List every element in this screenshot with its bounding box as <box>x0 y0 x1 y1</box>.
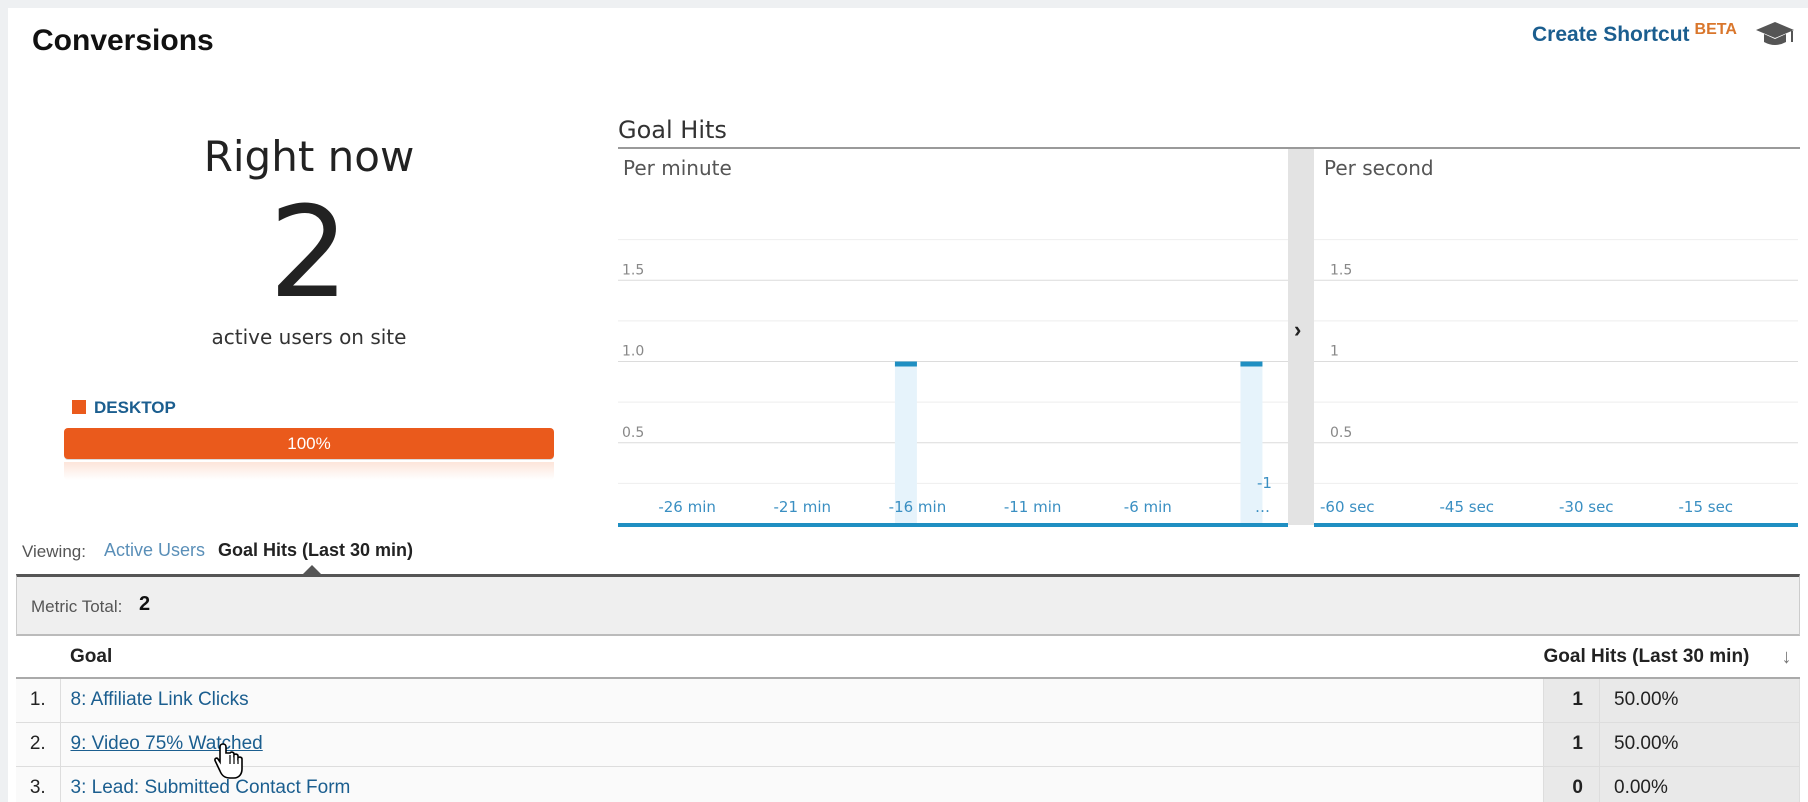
percent-cell: 50.00% <box>1599 678 1800 723</box>
y-tick-label: 1.5 <box>1330 262 1352 278</box>
table-header-row: Goal Goal Hits (Last 30 min) ↓ <box>16 636 1800 679</box>
hits-cell: 1 <box>1543 722 1600 767</box>
row-index: 1. <box>16 678 61 723</box>
active-users-subtitle: active users on site <box>211 325 407 349</box>
x-tick-label: -26 min <box>658 498 716 516</box>
x-tick-label: -1 <box>1257 474 1272 492</box>
goal-link[interactable]: 8: Affiliate Link Clicks <box>71 689 249 710</box>
per-second-chart: 1.5 1 0.5 -60 sec -45 sec -30 sec -15 sec <box>1314 239 1798 527</box>
conversions-panel: Conversions Create Shortcut BETA Right no… <box>8 8 1808 802</box>
x-tick-label: -60 sec <box>1320 498 1375 516</box>
metric-total-label: Metric Total: <box>31 597 123 616</box>
goal-cell: 8: Affiliate Link Clicks <box>60 678 1544 723</box>
table-row: 2. 9: Video 75% Watched 1 50.00% <box>16 722 1800 767</box>
arrow-down-icon[interactable]: ↓ <box>1782 646 1792 669</box>
goals-table: Goal Goal Hits (Last 30 min) ↓ 1. 8: Aff… <box>16 636 1800 802</box>
goal-cell: 3: Lead: Submitted Contact Form <box>60 766 1544 802</box>
y-tick-label: 1 <box>1330 344 1339 360</box>
percent-cell: 50.00% <box>1599 722 1800 767</box>
chevron-right-icon: › <box>1294 317 1302 342</box>
device-share-bar: 100% <box>64 428 554 459</box>
x-tick-label: … <box>1255 498 1270 516</box>
x-tick-label: -30 sec <box>1559 498 1614 516</box>
desktop-legend-swatch <box>72 400 86 414</box>
create-shortcut-label: Create Shortcut <box>1532 23 1690 46</box>
viewing-label: Viewing: <box>22 542 86 561</box>
expand-chart-handle[interactable]: › <box>1288 149 1314 525</box>
goal-hits-header-label: Goal Hits (Last 30 min) <box>1543 645 1750 667</box>
y-tick-label: 0.5 <box>1330 425 1352 441</box>
bar <box>894 361 917 367</box>
bar <box>1240 361 1263 367</box>
hits-cell: 0 <box>1543 766 1600 802</box>
page-title: Conversions <box>32 24 214 57</box>
hits-cell: 1 <box>1543 678 1600 723</box>
right-now-title: Right now <box>203 132 415 181</box>
y-tick-label: 0.5 <box>622 425 644 441</box>
goal-link[interactable]: 9: Video 75% Watched <box>71 733 263 754</box>
y-tick-label: 1.0 <box>622 344 644 360</box>
x-tick-label: -16 min <box>889 498 947 516</box>
goal-link[interactable]: 3: Lead: Submitted Contact Form <box>71 777 351 798</box>
x-tick-label: -45 sec <box>1440 498 1495 516</box>
metric-total-box: Metric Total: 2 <box>16 574 1800 636</box>
device-desktop-label[interactable]: DESKTOP <box>94 398 176 418</box>
y-tick-label: 1.5 <box>622 262 644 278</box>
x-tick-label: -21 min <box>773 498 831 516</box>
create-shortcut-link[interactable]: Create Shortcut BETA <box>1532 21 1737 47</box>
table-row: 3. 3: Lead: Submitted Contact Form 0 0.0… <box>16 766 1800 802</box>
row-index: 3. <box>16 766 61 802</box>
goal-hits-title: Goal Hits <box>618 116 727 144</box>
goal-cell: 9: Video 75% Watched <box>60 722 1544 767</box>
per-minute-chart: 1.5 1.0 0.5 -26 min -21 min -16 min -11 min -6 … <box>618 239 1288 527</box>
active-users-count: 2 <box>268 179 350 326</box>
x-tick-label: -11 min <box>1004 498 1062 516</box>
x-tick-label: -6 min <box>1124 498 1172 516</box>
graduation-cap-icon[interactable] <box>1754 20 1796 50</box>
metric-total-value: 2 <box>139 593 151 615</box>
per-minute-label: Per minute <box>623 156 732 180</box>
view-goal-hits-tab[interactable]: Goal Hits (Last 30 min) <box>218 540 413 561</box>
row-index: 2. <box>16 722 61 767</box>
index-header <box>16 636 60 679</box>
device-bar-reflection <box>64 462 554 480</box>
goal-column-header[interactable]: Goal <box>60 636 1544 679</box>
view-active-users-tab[interactable]: Active Users <box>104 540 205 561</box>
x-tick-label: -15 sec <box>1679 498 1734 516</box>
table-row: 1. 8: Affiliate Link Clicks 1 50.00% <box>16 678 1800 723</box>
beta-badge: BETA <box>1694 21 1737 38</box>
per-second-label: Per second <box>1324 156 1434 180</box>
goal-hits-column-header[interactable]: Goal Hits (Last 30 min) ↓ <box>1543 636 1800 679</box>
percent-cell: 0.00% <box>1599 766 1800 802</box>
